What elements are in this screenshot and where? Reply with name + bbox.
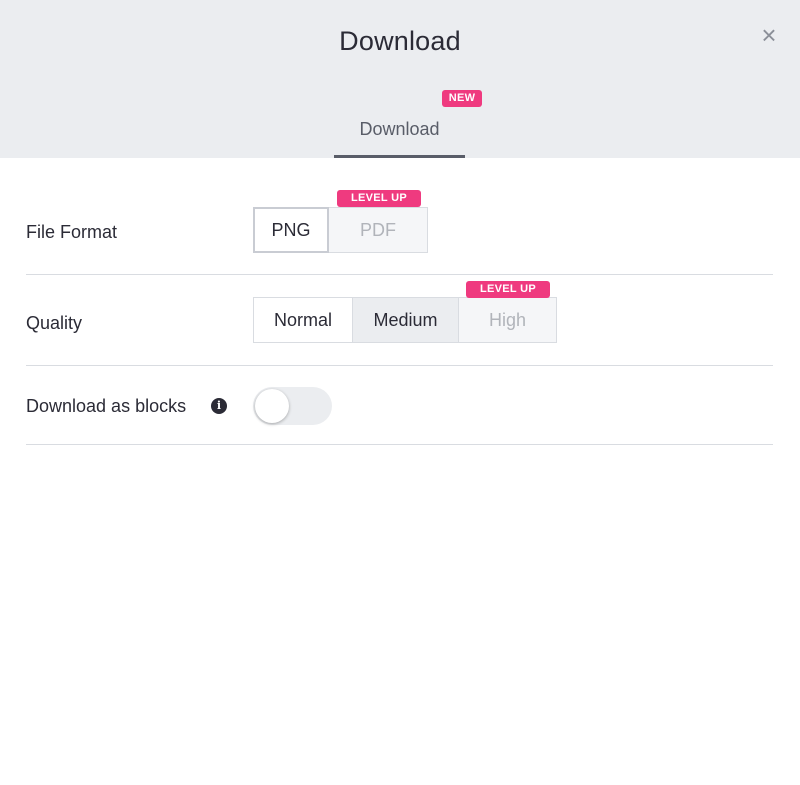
quality-selector: Normal Medium High: [253, 297, 557, 343]
file-format-label: File Format: [26, 222, 118, 242]
medium-option[interactable]: Medium: [353, 297, 459, 343]
download-dialog: Download × Download NEW File Format PNG …: [0, 0, 800, 785]
tab-download[interactable]: Download: [334, 100, 465, 158]
quality-label: Quality: [26, 313, 83, 333]
tab-label: Download: [359, 119, 440, 139]
new-badge: NEW: [442, 90, 482, 107]
close-icon[interactable]: ×: [756, 22, 782, 48]
divider: [26, 444, 773, 445]
high-option[interactable]: High: [459, 297, 557, 343]
normal-option[interactable]: Normal: [253, 297, 353, 343]
png-option[interactable]: PNG: [253, 207, 329, 253]
divider: [26, 274, 773, 275]
file-format-selector: PNG PDF: [253, 207, 428, 253]
download-as-blocks-label: Download as blocks: [26, 396, 187, 416]
dialog-title: Download: [339, 26, 461, 56]
divider: [26, 365, 773, 366]
info-icon[interactable]: i: [211, 398, 227, 414]
dialog-header: Download × Download NEW: [0, 0, 800, 158]
level-up-badge: LEVEL UP: [466, 281, 550, 298]
download-as-blocks-toggle[interactable]: [253, 387, 332, 425]
level-up-badge: LEVEL UP: [337, 190, 421, 207]
pdf-option[interactable]: PDF: [329, 207, 428, 253]
toggle-knob: [255, 389, 289, 423]
tab-active-indicator: [334, 155, 465, 158]
